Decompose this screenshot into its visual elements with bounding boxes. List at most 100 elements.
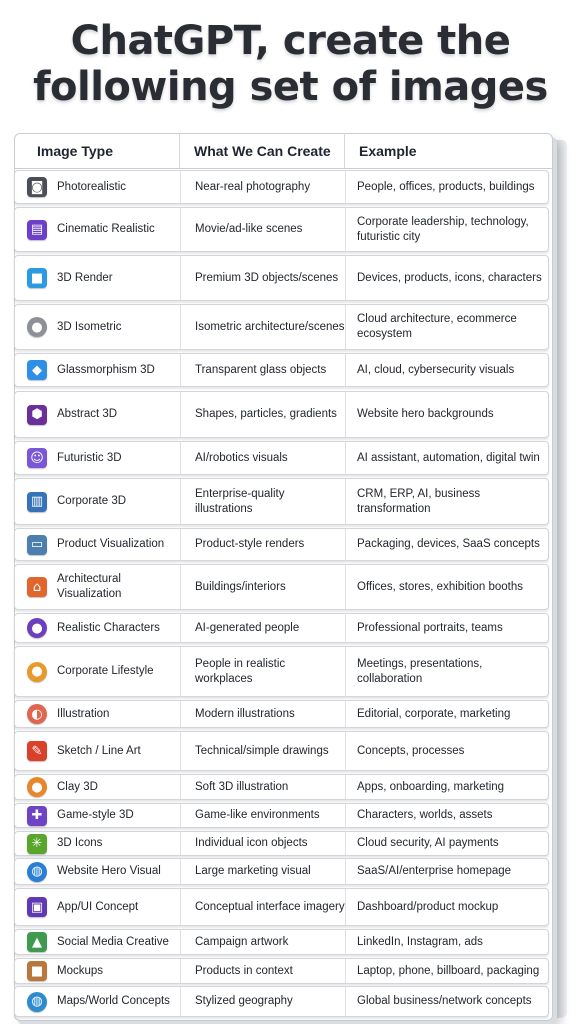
cell-image-type: ☺ Futuristic 3D <box>15 442 180 474</box>
gamepad-icon: ✚ <box>27 805 47 826</box>
architecture-icon: ⌂ <box>27 577 47 597</box>
table-row: ⬢ Abstract 3D Shapes, particles, gradients… <box>14 391 549 438</box>
person-icon: ● <box>27 618 47 638</box>
worker-icon: ● <box>27 661 47 682</box>
image-type-label: Clay 3D <box>57 780 98 793</box>
image-type-label: Website Hero Visual <box>57 865 161 877</box>
table-row: ● Realistic Characters AI-generated people… <box>14 613 549 643</box>
landscape-image-icon: ▲ <box>27 932 47 952</box>
image-type-label: Illustration <box>57 707 110 720</box>
image-type-label: 3D Icons <box>57 837 103 849</box>
cell-image-type: ◐ Illustration <box>15 701 180 727</box>
camera-icon: ◙ <box>27 177 47 197</box>
table-row: ✎ Sketch / Line Art Technical/simple drawi… <box>14 731 549 771</box>
cell-example: Meetings, presentations, collaboration <box>345 647 548 696</box>
image-type-label: Sketch / Line Art <box>57 744 141 757</box>
image-type-label: Corporate Lifestyle <box>57 665 154 677</box>
building-icon: ▥ <box>27 491 47 512</box>
cell-example: Laptop, phone, billboard, packaging <box>345 959 548 983</box>
cell-example: Professional portraits, teams <box>345 614 548 642</box>
sphere-icon: ● <box>27 317 47 337</box>
cell-image-type: ◍ Maps/World Concepts <box>15 987 180 1016</box>
table-row: ◍ Maps/World Concepts Stylized geography Gl… <box>14 986 549 1017</box>
title-line-1: ChatGPT, create the <box>70 18 511 64</box>
image-type-label: Cinematic Realistic <box>57 223 155 235</box>
table-card-edge <box>553 140 567 1018</box>
image-type-label: Futuristic 3D <box>57 451 122 464</box>
cell-image-type: ■ Mockups <box>15 959 180 983</box>
cell-what-we-can-create: Premium 3D objects/scenes <box>180 256 345 300</box>
table-row: ◙ Photorealistic Near-real photography Peop… <box>14 170 549 204</box>
cell-example: Offices, stores, exhibition booths <box>345 565 548 609</box>
cell-image-type: ◍ Website Hero Visual <box>15 859 180 884</box>
cell-what-we-can-create: Shapes, particles, gradients <box>180 392 345 437</box>
cell-image-type: ✳ 3D Icons <box>15 832 180 855</box>
table-row: ☺ Futuristic 3D AI/robotics visuals AI assi… <box>14 441 549 475</box>
cell-image-type: ✚ Game-style 3D <box>15 804 180 827</box>
header-example: Example <box>344 133 553 168</box>
cell-image-type: ■ 3D Render <box>15 256 180 300</box>
cell-example: Editorial, corporate, marketing <box>345 701 548 727</box>
image-type-label: Corporate 3D <box>57 495 127 507</box>
cell-example: AI assistant, automation, digital twin <box>345 442 548 474</box>
table-row: ◐ Illustration Modern illustrations Editori… <box>14 700 549 728</box>
image-type-label: App/UI Concept <box>57 900 139 913</box>
table-row: ▭ Product Visualization Product-style rend… <box>14 528 549 561</box>
cell-example: CRM, ERP, AI, business transformation <box>345 479 548 524</box>
image-type-label: Abstract 3D <box>57 408 118 420</box>
cell-image-type: ● Corporate Lifestyle <box>15 647 180 696</box>
cube-icon: ■ <box>27 268 47 288</box>
cell-what-we-can-create: Technical/simple drawings <box>180 732 345 770</box>
table-row: ⌂ Architectural Visualization Buildings/in… <box>14 564 549 610</box>
header-what-we-can-create: What We Can Create <box>179 133 344 168</box>
table-row: ◆ Glassmorphism 3D Transparent glass objec… <box>14 353 549 387</box>
cell-what-we-can-create: Modern illustrations <box>180 701 345 727</box>
box-icon: ■ <box>27 961 47 981</box>
table-row: ▣ App/UI Concept Conceptual interface imag… <box>14 888 549 926</box>
cell-example: SaaS/AI/enterprise homepage <box>345 859 548 884</box>
cell-example: AI, cloud, cybersecurity visuals <box>345 354 548 386</box>
image-type-label: Realistic Characters <box>57 621 160 634</box>
cell-example: Apps, onboarding, marketing <box>345 775 548 799</box>
cell-example: People, offices, products, buildings <box>345 171 548 203</box>
cell-image-type: ⌂ Architectural Visualization <box>15 565 180 609</box>
sparkle-icon: ✳ <box>27 833 47 854</box>
cell-what-we-can-create: Product-style renders <box>180 529 345 560</box>
app-window-icon: ▣ <box>27 897 47 917</box>
image-type-label: 3D Render <box>57 271 113 284</box>
cell-what-we-can-create: Campaign artwork <box>180 930 345 954</box>
table-header: Image Type What We Can Create Example <box>14 133 553 169</box>
cell-image-type: ▭ Product Visualization <box>15 529 180 560</box>
page-title: ChatGPT, create the following set of ima… <box>0 18 581 110</box>
cell-what-we-can-create: Individual icon objects <box>180 832 345 855</box>
cell-example: Concepts, processes <box>345 732 548 770</box>
image-type-label: Architectural Visualization <box>57 573 122 600</box>
cell-example: Dashboard/product mockup <box>345 889 548 925</box>
image-type-label: 3D Isometric <box>57 320 122 333</box>
earth-icon: ◍ <box>27 991 47 1012</box>
table-row: ● Corporate Lifestyle People in realistic … <box>14 646 549 697</box>
cell-image-type: ● Clay 3D <box>15 775 180 799</box>
cell-image-type: ⬢ Abstract 3D <box>15 392 180 437</box>
image-type-label: Game-style 3D <box>57 809 134 821</box>
table-row: ✳ 3D Icons Individual icon objects Cloud se… <box>14 831 549 856</box>
hexagon-icon: ⬢ <box>27 404 47 425</box>
globe-icon: ◍ <box>27 861 47 882</box>
clapperboard-icon: ▤ <box>27 219 47 240</box>
cell-what-we-can-create: Isometric architecture/scenes <box>180 305 345 349</box>
cell-what-we-can-create: AI-generated people <box>180 614 345 642</box>
diamond-icon: ◆ <box>27 360 47 380</box>
cell-example: Global business/network concepts <box>345 987 548 1016</box>
palette-icon: ◐ <box>27 704 47 724</box>
cell-image-type: ● 3D Isometric <box>15 305 180 349</box>
table-row: ▤ Cinematic Realistic Movie/ad-like scenes… <box>14 207 549 252</box>
cell-image-type: ● Realistic Characters <box>15 614 180 642</box>
table-row: ● Clay 3D Soft 3D illustration Apps, onboar… <box>14 774 549 800</box>
cell-what-we-can-create: Conceptual interface imagery <box>180 889 345 925</box>
table-row: ✚ Game-style 3D Game-like environments Char… <box>14 803 549 828</box>
cell-what-we-can-create: Movie/ad-like scenes <box>180 208 345 251</box>
image-type-label: Product Visualization <box>57 538 165 550</box>
cell-example: Website hero backgrounds <box>345 392 548 437</box>
title-line-2: following set of images <box>33 64 548 110</box>
clay-figure-icon: ● <box>27 777 47 797</box>
